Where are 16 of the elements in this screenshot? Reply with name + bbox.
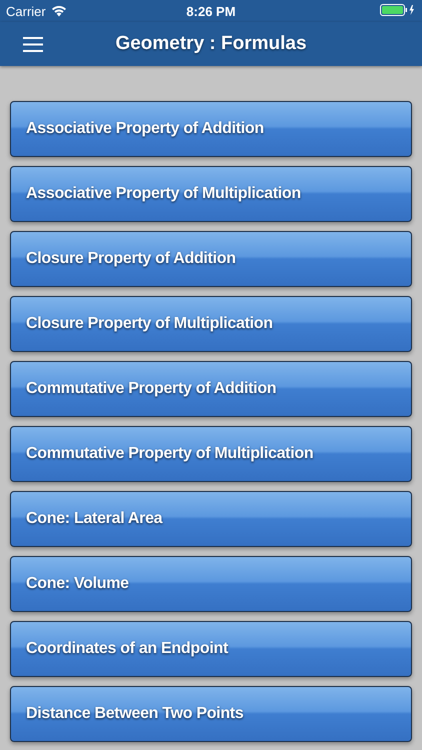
formula-button[interactable]: Cone: Volume <box>10 556 412 612</box>
formula-button[interactable]: Closure Property of Addition <box>10 231 412 287</box>
menu-icon[interactable] <box>23 36 43 52</box>
formula-button[interactable]: Associative Property of Addition <box>10 101 412 157</box>
formula-button[interactable]: Commutative Property of Multiplication <box>10 426 412 482</box>
formula-button[interactable]: Closure Property of Multiplication <box>10 296 412 352</box>
formula-button[interactable]: Cone: Lateral Area <box>10 491 412 547</box>
wifi-icon <box>50 5 67 17</box>
formula-button[interactable]: Coordinates of an Endpoint <box>10 621 412 677</box>
battery-icon <box>380 4 416 16</box>
nav-title: Geometry : Formulas <box>115 33 307 55</box>
carrier-text: Carrier <box>6 4 46 18</box>
formula-button[interactable]: Commutative Property of Addition <box>10 361 412 417</box>
formula-button[interactable]: Associative Property of Multiplication <box>10 166 412 222</box>
time-text: 8:26 PM <box>186 4 236 18</box>
formula-button[interactable]: Distance Between Two Points <box>10 686 412 742</box>
